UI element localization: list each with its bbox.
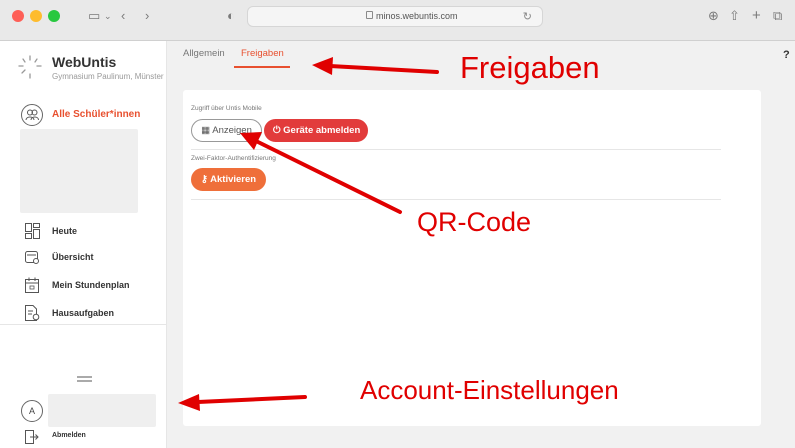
arrow-to-account-head xyxy=(178,394,200,411)
annotation-account-settings: Account-Einstellungen xyxy=(360,375,619,405)
arrow-to-shares-tab xyxy=(328,64,439,74)
annotation-qr-code: QR-Code xyxy=(417,207,532,237)
arrow-to-qr-button xyxy=(254,139,402,214)
annotation-shares: Freigaben xyxy=(460,50,600,85)
arrow-to-account xyxy=(196,395,307,404)
arrow-to-shares-tab-head xyxy=(312,57,333,75)
